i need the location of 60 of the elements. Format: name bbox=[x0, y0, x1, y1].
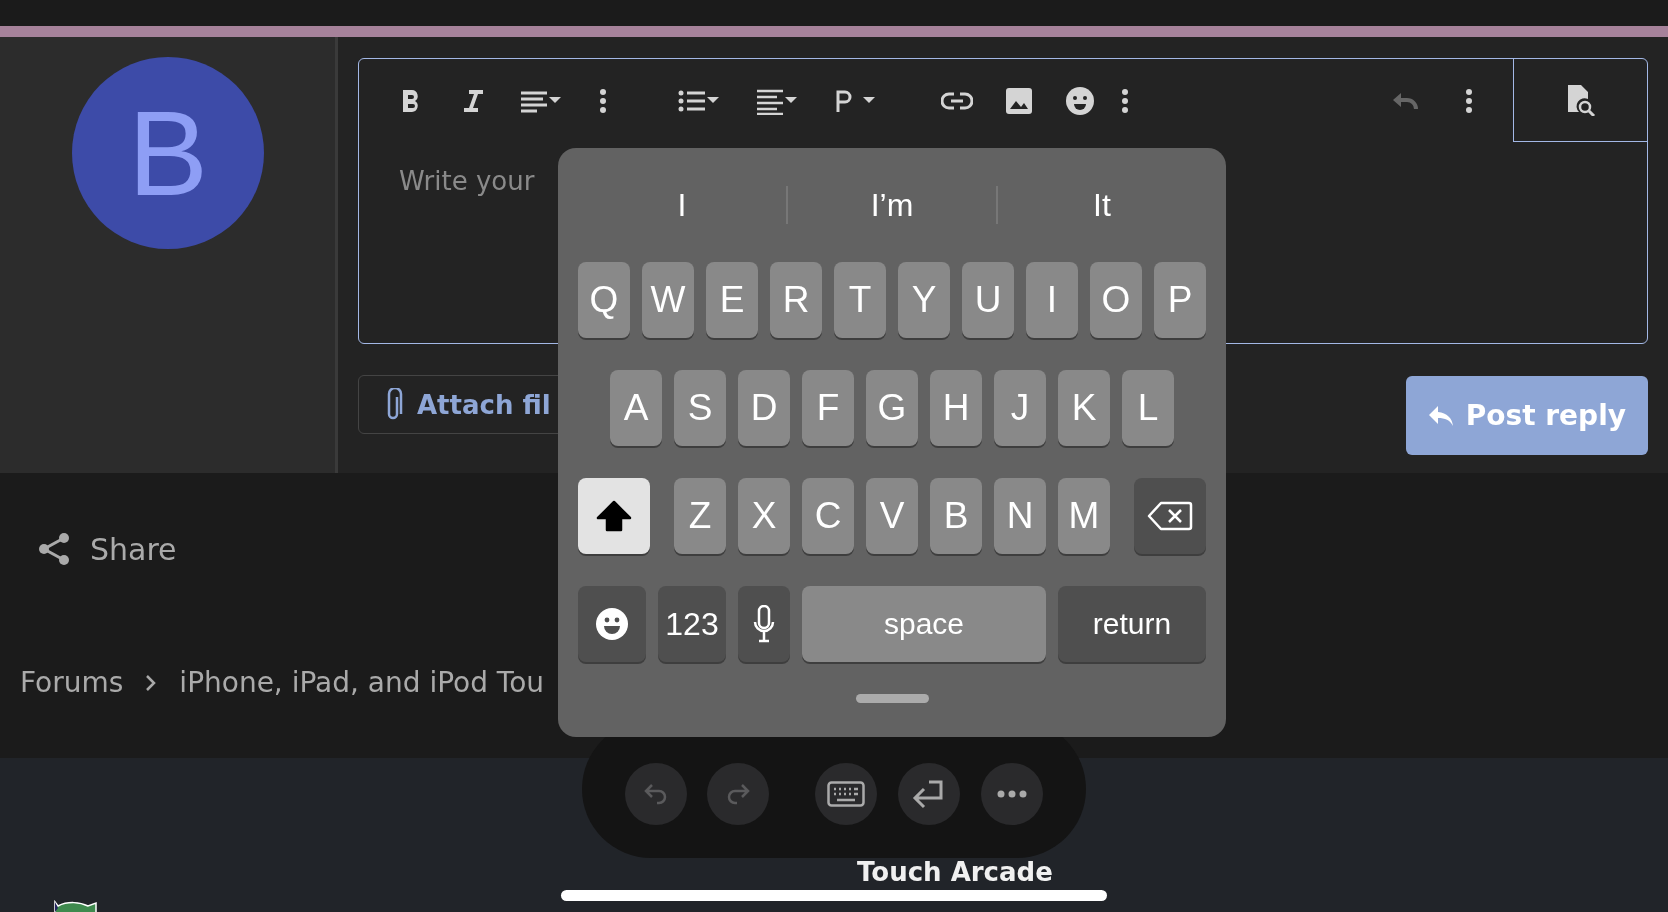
letter-key[interactable]: W bbox=[642, 262, 694, 338]
letter-key[interactable]: C bbox=[802, 478, 854, 554]
letter-key[interactable]: K bbox=[1058, 370, 1110, 446]
letter-key[interactable]: D bbox=[738, 370, 790, 446]
emoji-key[interactable] bbox=[578, 586, 646, 662]
more-icon[interactable] bbox=[1121, 87, 1129, 114]
more-icon bbox=[997, 790, 1027, 798]
microphone-key[interactable] bbox=[738, 586, 790, 662]
suggestion-word[interactable]: I bbox=[578, 186, 786, 224]
preview-button[interactable] bbox=[1513, 59, 1647, 142]
delete-key[interactable] bbox=[1134, 478, 1206, 554]
letter-key[interactable]: N bbox=[994, 478, 1046, 554]
image-icon[interactable] bbox=[1005, 86, 1033, 115]
share-icon[interactable] bbox=[36, 531, 72, 567]
letter-key[interactable]: J bbox=[994, 370, 1046, 446]
numbers-key[interactable]: 123 bbox=[658, 586, 726, 662]
emoji-icon bbox=[595, 607, 629, 641]
breadcrumb-link[interactable]: iPhone, iPad, and iPod Tou bbox=[179, 666, 545, 699]
more-icon[interactable] bbox=[599, 87, 607, 114]
letter-key[interactable]: G bbox=[866, 370, 918, 446]
letter-key[interactable]: U bbox=[962, 262, 1014, 338]
link-icon[interactable] bbox=[941, 90, 973, 111]
letter-key[interactable]: M bbox=[1058, 478, 1110, 554]
letter-key[interactable]: Y bbox=[898, 262, 950, 338]
letter-key[interactable]: I bbox=[1026, 262, 1078, 338]
letter-key[interactable]: L bbox=[1122, 370, 1174, 446]
more-icon[interactable] bbox=[1465, 87, 1473, 114]
backspace-icon bbox=[1147, 500, 1193, 532]
letter-key[interactable]: B bbox=[930, 478, 982, 554]
emoji-icon[interactable] bbox=[1065, 85, 1095, 116]
keyboard-handle[interactable] bbox=[855, 694, 929, 703]
chevron-icon bbox=[145, 673, 158, 692]
site-title: Touch Arcade bbox=[857, 857, 1053, 887]
return-key[interactable]: return bbox=[1058, 586, 1206, 662]
shift-icon bbox=[596, 500, 632, 532]
letter-key[interactable]: R bbox=[770, 262, 822, 338]
breadcrumb-link[interactable]: Forums bbox=[20, 666, 124, 699]
letter-key[interactable]: Q bbox=[578, 262, 630, 338]
letter-key[interactable]: O bbox=[1090, 262, 1142, 338]
suggestion-word[interactable]: I’m bbox=[788, 186, 996, 224]
return-icon bbox=[912, 779, 946, 809]
letter-key[interactable]: F bbox=[802, 370, 854, 446]
space-key[interactable]: space bbox=[802, 586, 1046, 662]
letter-key[interactable]: V bbox=[866, 478, 918, 554]
letter-key[interactable]: T bbox=[834, 262, 886, 338]
letter-key[interactable]: E bbox=[706, 262, 758, 338]
user-avatar: B bbox=[72, 57, 264, 249]
letter-key[interactable]: H bbox=[930, 370, 982, 446]
shift-key[interactable] bbox=[578, 478, 650, 554]
keyboard-icon bbox=[827, 781, 865, 807]
microphone-icon bbox=[753, 605, 775, 643]
letter-key[interactable]: Z bbox=[674, 478, 726, 554]
letter-key[interactable]: X bbox=[738, 478, 790, 554]
post-reply-button[interactable]: Post reply bbox=[1405, 376, 1648, 455]
letter-key[interactable]: S bbox=[674, 370, 726, 446]
suggestion-word[interactable]: It bbox=[998, 186, 1206, 224]
letter-key[interactable]: P bbox=[1154, 262, 1206, 338]
document-search-icon bbox=[1565, 84, 1596, 116]
share-link[interactable]: Share bbox=[90, 531, 177, 567]
letter-key[interactable]: A bbox=[610, 370, 662, 446]
